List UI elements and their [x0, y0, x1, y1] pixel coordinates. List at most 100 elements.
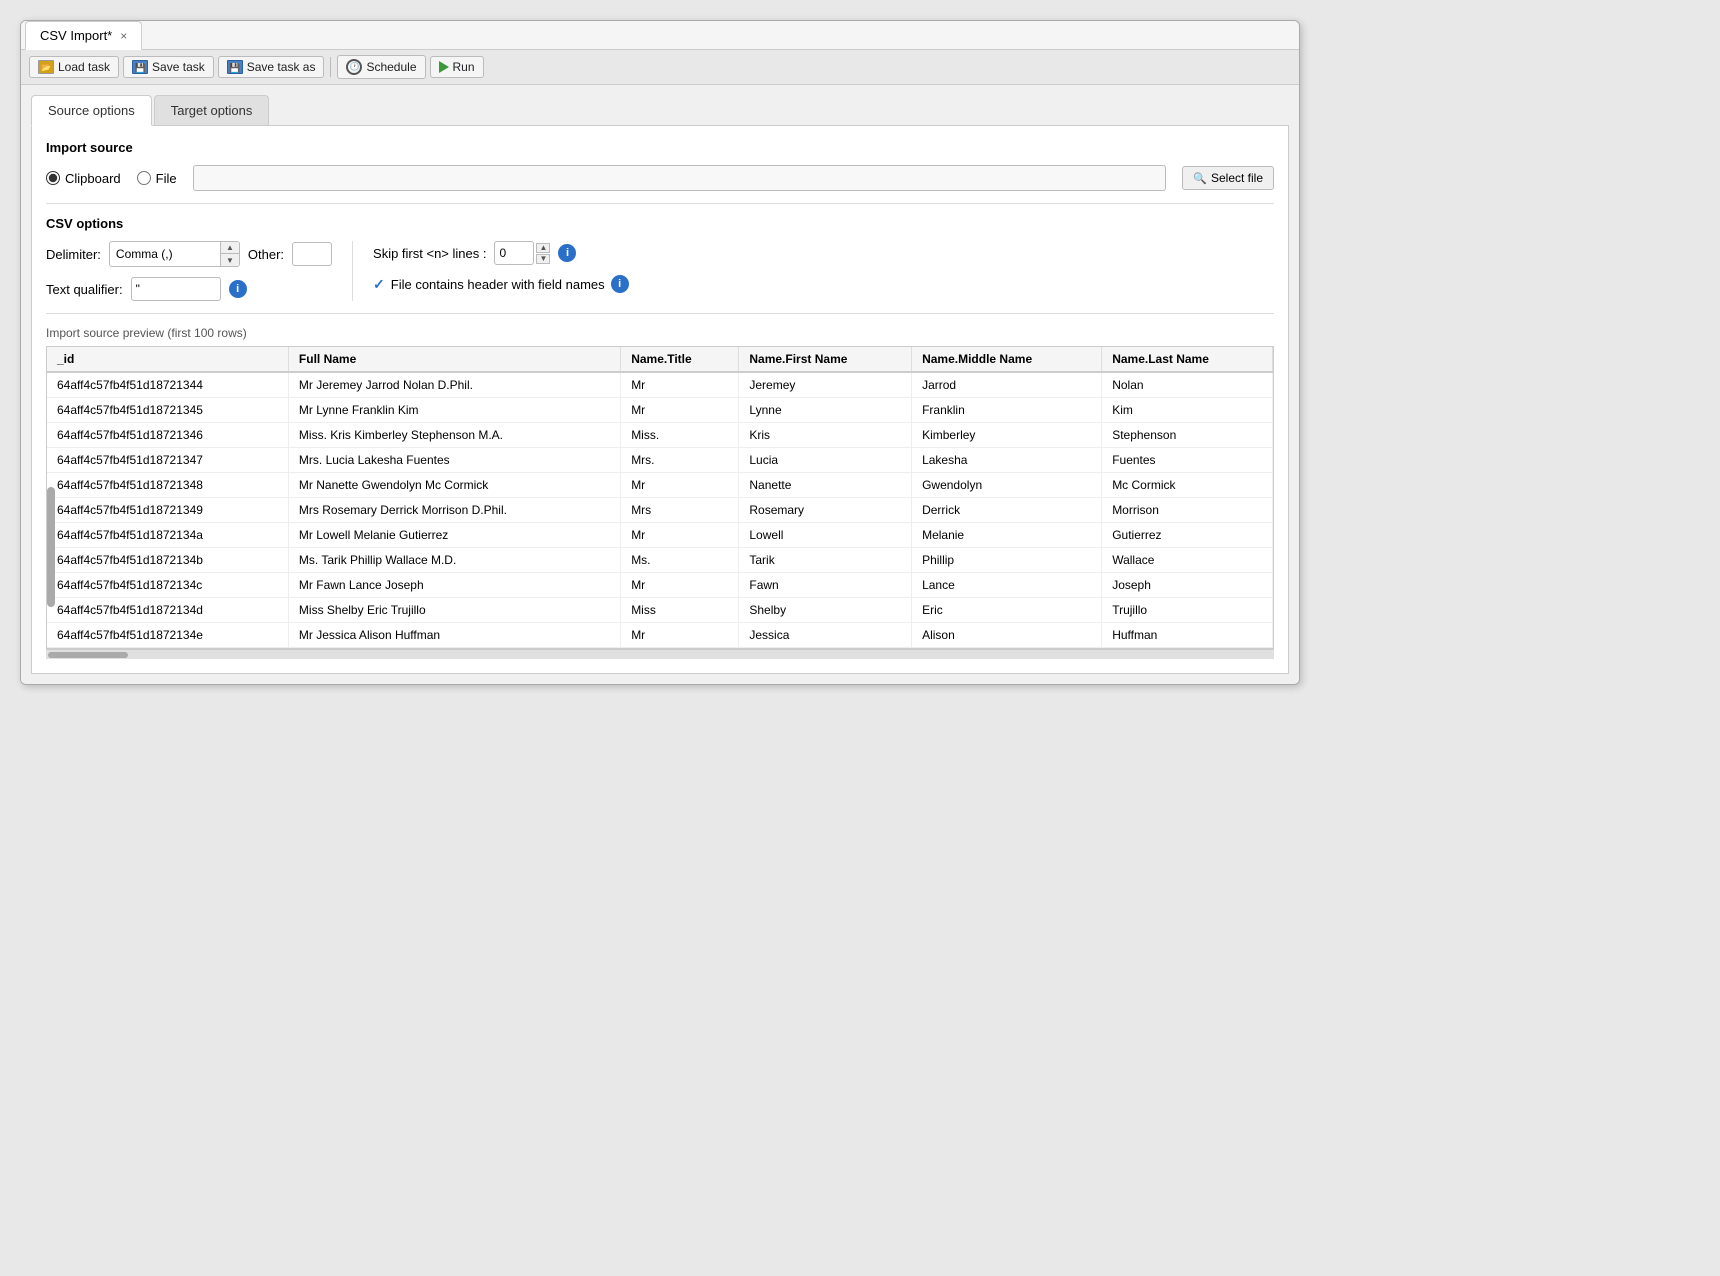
- cell-id: 64aff4c57fb4f51d1872134c: [47, 573, 288, 598]
- select-file-button[interactable]: 🔍 Select file: [1182, 166, 1274, 190]
- main-window: CSV Import* × 📂 Load task 💾 Save task 💾 …: [20, 20, 1300, 685]
- save-task-as-button[interactable]: 💾 Save task as: [218, 56, 325, 78]
- preview-label: Import source preview (first 100 rows): [46, 326, 1274, 340]
- tab-target-options[interactable]: Target options: [154, 95, 270, 125]
- skip-lines-info-icon[interactable]: i: [558, 244, 576, 262]
- text-qualifier-info-icon[interactable]: i: [229, 280, 247, 298]
- cell-middlename: Melanie: [912, 523, 1102, 548]
- col-header-firstname: Name.First Name: [739, 347, 912, 372]
- cell-id: 64aff4c57fb4f51d1872134a: [47, 523, 288, 548]
- skip-lines-row: Skip first <n> lines : ▲ ▼ i: [373, 241, 629, 265]
- cell-title: Mrs: [621, 498, 739, 523]
- cell-fullname: Mr Nanette Gwendolyn Mc Cormick: [288, 473, 620, 498]
- table-row: 64aff4c57fb4f51d1872134a Mr Lowell Melan…: [47, 523, 1273, 548]
- cell-id: 64aff4c57fb4f51d18721346: [47, 423, 288, 448]
- cell-title: Mr: [621, 523, 739, 548]
- cell-lastname: Wallace: [1102, 548, 1273, 573]
- cell-firstname: Rosemary: [739, 498, 912, 523]
- spin-down-arrow[interactable]: ▼: [536, 254, 550, 264]
- table-header-row: _id Full Name Name.Title Name.First Name…: [47, 347, 1273, 372]
- save-task-as-label: Save task as: [247, 60, 316, 74]
- cell-lastname: Huffman: [1102, 623, 1273, 648]
- col-header-fullname: Full Name: [288, 347, 620, 372]
- schedule-label: Schedule: [366, 60, 416, 74]
- text-qualifier-row: Text qualifier: i: [46, 277, 332, 301]
- cell-id: 64aff4c57fb4f51d18721349: [47, 498, 288, 523]
- window-tab[interactable]: CSV Import* ×: [25, 21, 142, 50]
- section-divider-2: [46, 313, 1274, 314]
- cell-lastname: Gutierrez: [1102, 523, 1273, 548]
- clipboard-radio[interactable]: [46, 171, 60, 185]
- search-icon: 🔍: [1193, 172, 1207, 185]
- preview-table-wrap[interactable]: _id Full Name Name.Title Name.First Name…: [46, 346, 1274, 649]
- header-checkbox-row: ✓ File contains header with field names …: [373, 275, 629, 293]
- toolbar-separator: [330, 57, 331, 77]
- skip-lines-input[interactable]: [494, 241, 534, 265]
- run-button[interactable]: Run: [430, 56, 484, 78]
- file-path-input[interactable]: [193, 165, 1167, 191]
- clipboard-option[interactable]: Clipboard: [46, 171, 121, 186]
- cell-lastname: Kim: [1102, 398, 1273, 423]
- delimiter-select-wrap[interactable]: Comma (,) Semicolon (;) Tab Pipe (|) ▲ ▼: [109, 241, 240, 267]
- main-content: Source options Target options Import sou…: [21, 85, 1299, 684]
- run-label: Run: [453, 60, 475, 74]
- delimiter-down-arrow[interactable]: ▼: [221, 254, 239, 266]
- cell-firstname: Shelby: [739, 598, 912, 623]
- file-option[interactable]: File: [137, 171, 177, 186]
- table-row: 64aff4c57fb4f51d18721346 Miss. Kris Kimb…: [47, 423, 1273, 448]
- text-qualifier-input[interactable]: [131, 277, 221, 301]
- bottom-scrollbar[interactable]: [46, 649, 1274, 659]
- delimiter-up-arrow[interactable]: ▲: [221, 242, 239, 254]
- cell-fullname: Mr Lynne Franklin Kim: [288, 398, 620, 423]
- cell-id: 64aff4c57fb4f51d1872134e: [47, 623, 288, 648]
- tab-source-options[interactable]: Source options: [31, 95, 152, 126]
- cell-firstname: Tarik: [739, 548, 912, 573]
- cell-fullname: Mr Fawn Lance Joseph: [288, 573, 620, 598]
- cell-title: Ms.: [621, 548, 739, 573]
- cell-firstname: Fawn: [739, 573, 912, 598]
- cell-firstname: Jeremey: [739, 372, 912, 398]
- csv-options-left: Delimiter: Comma (,) Semicolon (;) Tab P…: [46, 241, 332, 301]
- save-task-button[interactable]: 💾 Save task: [123, 56, 214, 78]
- col-header-id: _id: [47, 347, 288, 372]
- vertical-divider: [352, 241, 353, 301]
- cell-fullname: Mr Lowell Melanie Gutierrez: [288, 523, 620, 548]
- delimiter-label: Delimiter:: [46, 247, 101, 262]
- import-source-row: Clipboard File 🔍 Select file: [46, 165, 1274, 191]
- cell-middlename: Lance: [912, 573, 1102, 598]
- cell-lastname: Joseph: [1102, 573, 1273, 598]
- cell-fullname: Miss Shelby Eric Trujillo: [288, 598, 620, 623]
- table-row: 64aff4c57fb4f51d1872134c Mr Fawn Lance J…: [47, 573, 1273, 598]
- cell-middlename: Derrick: [912, 498, 1102, 523]
- cell-firstname: Kris: [739, 423, 912, 448]
- title-bar: CSV Import* ×: [21, 21, 1299, 50]
- scroll-thumb[interactable]: [47, 487, 55, 607]
- cell-lastname: Nolan: [1102, 372, 1273, 398]
- bottom-scroll-thumb[interactable]: [48, 652, 128, 658]
- load-task-button[interactable]: 📂 Load task: [29, 56, 119, 78]
- other-delimiter-input[interactable]: [292, 242, 332, 266]
- text-qualifier-label: Text qualifier:: [46, 282, 123, 297]
- delimiter-select[interactable]: Comma (,) Semicolon (;) Tab Pipe (|): [110, 244, 220, 264]
- cell-firstname: Lucia: [739, 448, 912, 473]
- spin-up-arrow[interactable]: ▲: [536, 243, 550, 253]
- header-info-icon[interactable]: i: [611, 275, 629, 293]
- cell-id: 64aff4c57fb4f51d1872134b: [47, 548, 288, 573]
- cell-lastname: Mc Cormick: [1102, 473, 1273, 498]
- cell-firstname: Lowell: [739, 523, 912, 548]
- schedule-icon: 🕐: [346, 59, 362, 75]
- cell-firstname: Lynne: [739, 398, 912, 423]
- file-label: File: [156, 171, 177, 186]
- delimiter-arrows[interactable]: ▲ ▼: [220, 242, 239, 266]
- spin-arrows: ▲ ▼: [536, 243, 550, 264]
- cell-fullname: Mrs. Lucia Lakesha Fuentes: [288, 448, 620, 473]
- cell-fullname: Mr Jeremey Jarrod Nolan D.Phil.: [288, 372, 620, 398]
- cell-title: Mr: [621, 473, 739, 498]
- file-radio[interactable]: [137, 171, 151, 185]
- skip-lines-label: Skip first <n> lines :: [373, 246, 486, 261]
- table-row: 64aff4c57fb4f51d1872134d Miss Shelby Eri…: [47, 598, 1273, 623]
- cell-fullname: Miss. Kris Kimberley Stephenson M.A.: [288, 423, 620, 448]
- delimiter-row: Delimiter: Comma (,) Semicolon (;) Tab P…: [46, 241, 332, 267]
- close-icon[interactable]: ×: [120, 30, 127, 42]
- schedule-button[interactable]: 🕐 Schedule: [337, 55, 425, 79]
